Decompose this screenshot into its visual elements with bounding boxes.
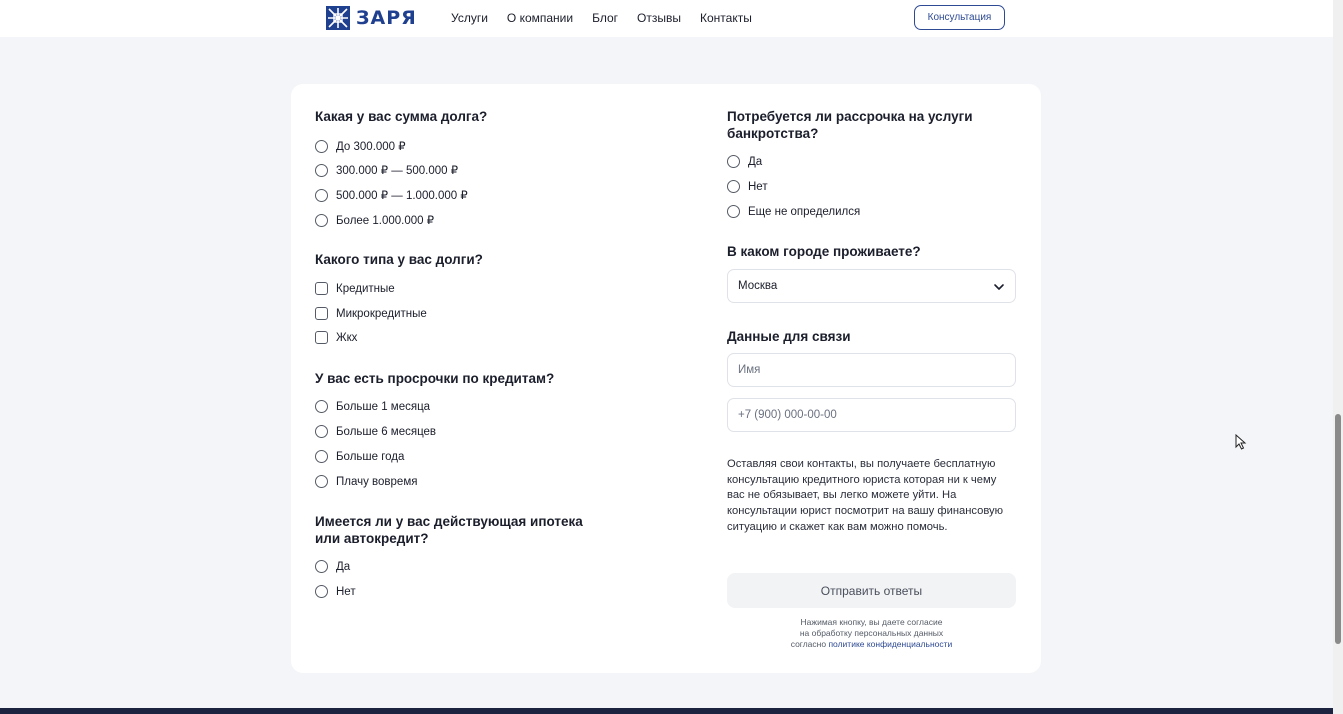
city-select[interactable]: Москва: [727, 269, 1016, 303]
city-select-value: Москва: [738, 280, 778, 292]
radio-circle[interactable]: [315, 188, 328, 202]
nav-item-services[interactable]: Услуги: [451, 11, 488, 25]
logo[interactable]: ЗАРЯ: [326, 5, 417, 31]
checkbox-box[interactable]: [315, 307, 328, 320]
radio-overdue-option[interactable]: Больше 1 месяца: [315, 400, 430, 413]
consultation-button[interactable]: Консультация: [914, 5, 1005, 30]
radio-circle[interactable]: [315, 560, 328, 573]
question-city-title: В каком городе проживаете?: [727, 244, 921, 259]
footer-strip: [0, 708, 1333, 714]
name-input[interactable]: [727, 353, 1016, 387]
option-label: Больше года: [336, 450, 405, 463]
logo-mark-icon: [326, 6, 350, 30]
question-installment-title: Потребуется ли рассрочка на услуги банкр…: [727, 108, 973, 142]
question-overdue-title: У вас есть просрочки по кредитам?: [315, 371, 555, 386]
radio-debt-sum-option[interactable]: До 300.000 ₽: [315, 139, 406, 153]
option-label: Нет: [748, 180, 768, 193]
radio-installment-option[interactable]: Нет: [727, 180, 768, 193]
consultation-note: Оставляя свои контакты, вы получаете бес…: [727, 458, 1004, 533]
option-label: Нет: [336, 585, 356, 598]
top-navigation-bar: ЗАРЯ Услуги О компании Блог Отзывы Конта…: [0, 0, 1333, 37]
nav-item-reviews[interactable]: Отзывы: [637, 11, 681, 25]
radio-debt-sum-option[interactable]: 500.000 ₽ — 1.000.000 ₽: [315, 188, 468, 202]
radio-mortgage-option[interactable]: Да: [315, 560, 350, 573]
option-label: Микрокредитные: [336, 307, 427, 320]
consent-text: Нажимая кнопку, вы даете согласие на обр…: [727, 617, 1016, 650]
chevron-down-icon: [994, 284, 1004, 290]
checkbox-box[interactable]: [315, 282, 328, 295]
option-label: Больше 6 месяцев: [336, 425, 437, 438]
main-nav: Услуги О компании Блог Отзывы Контакты: [451, 11, 771, 25]
radio-mortgage-option[interactable]: Нет: [315, 585, 356, 598]
title-line: Потребуется ли рассрочка на услуги: [727, 109, 973, 124]
option-label: 500.000 ₽ — 1.000.000 ₽: [336, 190, 468, 202]
option-label: До 300.000 ₽: [336, 141, 406, 153]
radio-debt-sum-option[interactable]: 300.000 ₽ — 500.000 ₽: [315, 163, 458, 177]
radio-circle[interactable]: [727, 205, 740, 218]
submit-answers-button[interactable]: Отправить ответы: [727, 573, 1016, 608]
title-line: банкротства?: [727, 126, 819, 141]
radio-circle[interactable]: [727, 180, 740, 193]
radio-circle[interactable]: [315, 400, 328, 413]
question-mortgage-title: Имеется ли у вас действующая ипотека или…: [315, 513, 583, 547]
radio-circle[interactable]: [315, 475, 328, 488]
radio-circle[interactable]: [315, 213, 328, 227]
title-line: Имеется ли у вас действующая ипотека: [315, 514, 583, 529]
radio-circle[interactable]: [315, 139, 328, 153]
page-scrollbar[interactable]: [1333, 0, 1343, 714]
radio-installment-option[interactable]: Да: [727, 155, 762, 168]
radio-circle[interactable]: [315, 425, 328, 438]
radio-debt-sum-option[interactable]: Более 1.000.000 ₽: [315, 213, 434, 227]
checkbox-debt-type-option[interactable]: Микрокредитные: [315, 307, 427, 320]
nav-item-contacts[interactable]: Контакты: [700, 11, 752, 25]
phone-input[interactable]: [727, 398, 1016, 432]
question-debt-sum-title: Какая у вас сумма долга?: [315, 109, 488, 124]
question-debt-type-title: Какого типа у вас долги?: [315, 252, 483, 267]
radio-circle[interactable]: [727, 155, 740, 168]
radio-overdue-option[interactable]: Плачу вовремя: [315, 475, 417, 488]
nav-item-blog[interactable]: Блог: [592, 11, 618, 25]
option-label: Еще не определился: [748, 205, 861, 218]
checkbox-box[interactable]: [315, 331, 328, 344]
option-label: Более 1.000.000 ₽: [336, 215, 435, 227]
privacy-policy-link[interactable]: политике конфиденциальности: [828, 639, 952, 649]
option-label: Да: [336, 560, 351, 573]
title-line: или автокредит?: [315, 531, 429, 546]
radio-overdue-option[interactable]: Больше 6 месяцев: [315, 425, 436, 438]
nav-item-about[interactable]: О компании: [507, 11, 573, 25]
option-label: Да: [748, 155, 763, 168]
radio-overdue-option[interactable]: Больше года: [315, 450, 404, 463]
checkbox-debt-type-option[interactable]: Жкх: [315, 331, 357, 344]
consent-line: согласно политике конфиденциальности: [727, 639, 1016, 650]
checkbox-debt-type-option[interactable]: Кредитные: [315, 282, 395, 295]
contacts-section-title: Данные для связи: [727, 329, 851, 344]
radio-installment-option[interactable]: Еще не определился: [727, 205, 860, 218]
radio-circle[interactable]: [315, 163, 328, 177]
radio-circle[interactable]: [315, 585, 328, 598]
consent-line: Нажимая кнопку, вы даете согласие: [800, 617, 943, 627]
option-label: 300.000 ₽ — 500.000 ₽: [336, 165, 459, 177]
radio-circle[interactable]: [315, 450, 328, 463]
scrollbar-thumb[interactable]: [1335, 414, 1341, 644]
consent-line: на обработку персональных данных: [799, 628, 944, 638]
mouse-cursor-icon: [1235, 434, 1247, 450]
option-label: Кредитные: [336, 282, 395, 295]
consent-prefix: согласно: [790, 639, 827, 649]
logo-text: ЗАРЯ: [356, 7, 417, 29]
option-label: Больше 1 месяца: [336, 400, 431, 413]
option-label: Плачу вовремя: [336, 475, 418, 488]
option-label: Жкх: [336, 331, 358, 344]
